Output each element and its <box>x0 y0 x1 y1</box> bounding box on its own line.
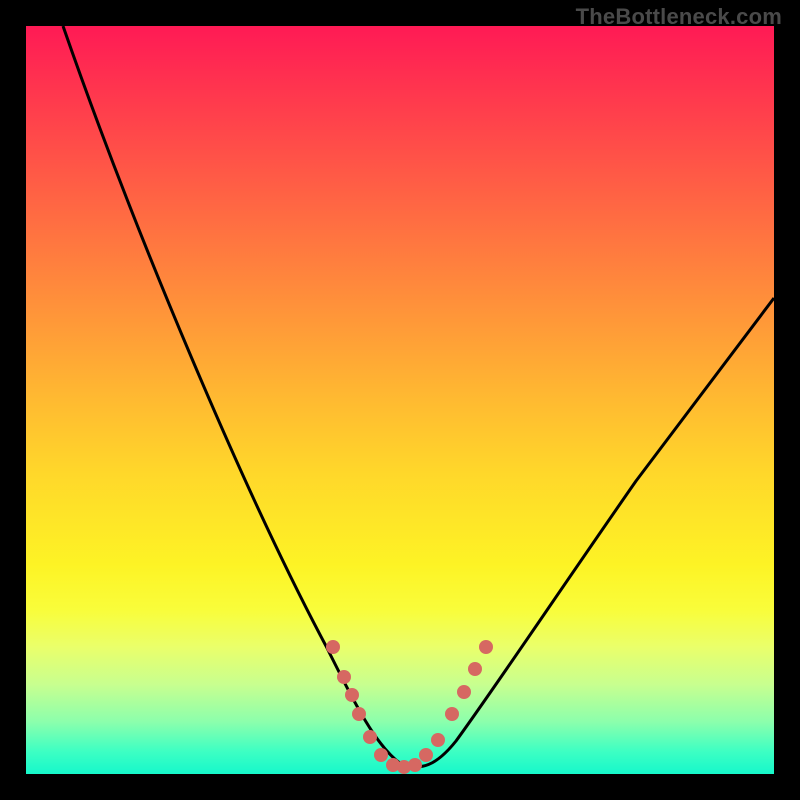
plot-area <box>26 26 774 774</box>
marker-group <box>326 640 493 774</box>
bottleneck-curve <box>63 26 774 767</box>
watermark-text: TheBottleneck.com <box>576 4 782 30</box>
chart-frame: TheBottleneck.com <box>0 0 800 800</box>
curve-layer <box>26 26 774 774</box>
